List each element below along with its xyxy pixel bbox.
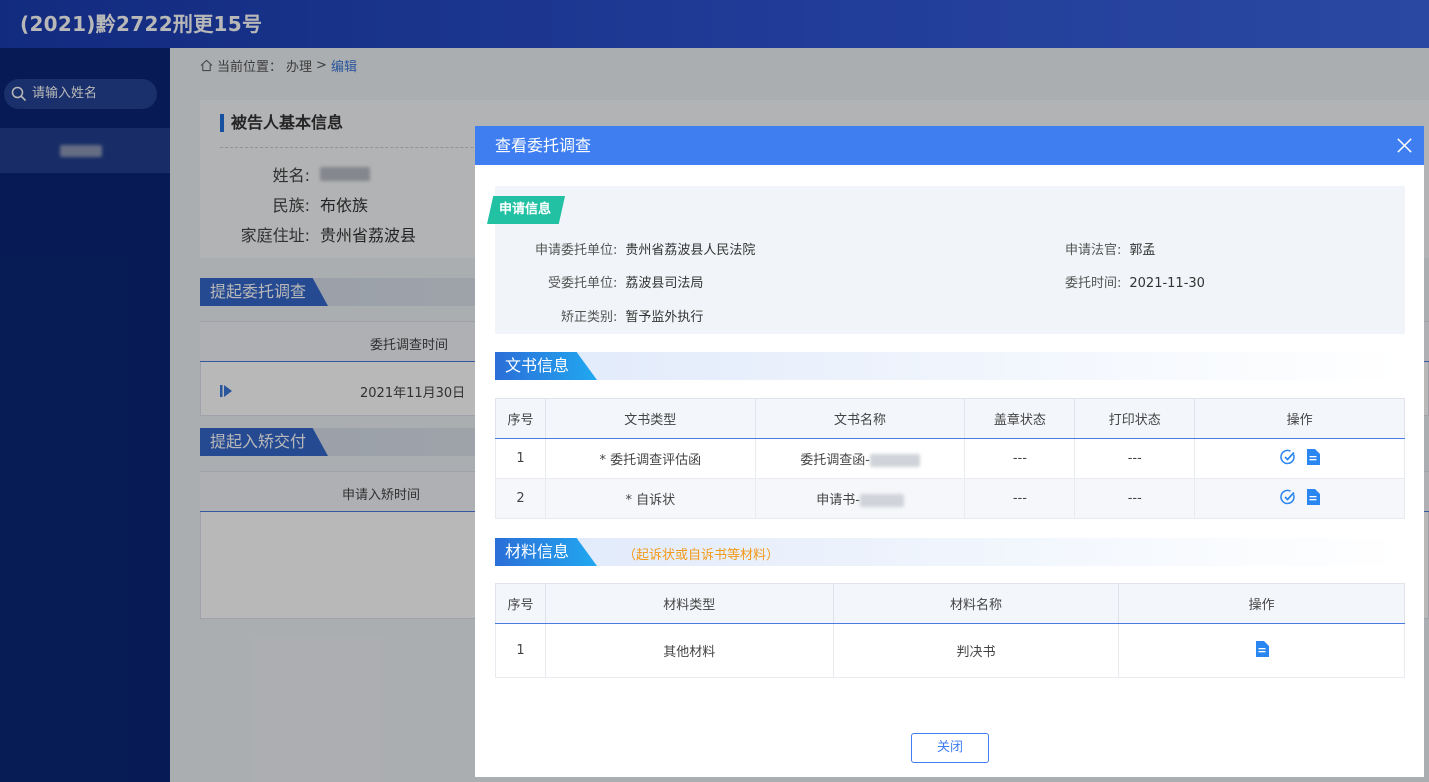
document-icon[interactable] (1255, 640, 1269, 657)
docs-section-tab: 文书信息 (495, 352, 1405, 380)
doc-name-cell: 申请书- (754, 478, 966, 519)
apply-unit-field: 申请委托单位: 贵州省荔波县人民法院 (535, 243, 756, 258)
dialog-title: 查看委托调查 (495, 136, 592, 155)
apply-info-panel: 申请信息 申请委托单位: 贵州省荔波县人民法院 申请法官: 郭孟 受委托单位: 荔波县… (487, 186, 1405, 334)
materials-note: （起诉状或自诉书等材料） (623, 548, 780, 563)
dialog-header: 查看委托调查 (475, 126, 1424, 165)
check-circle-icon[interactable] (1279, 489, 1296, 505)
ops-cell (1194, 478, 1405, 519)
entrusted-unit-field: 受委托单位: 荔波县司法局 (548, 276, 704, 291)
judge-field: 申请法官: 郭孟 (1065, 243, 1156, 258)
docs-table-header: 序号 文书类型 文书名称 盖章状态 打印状态 操作 (495, 398, 1405, 439)
close-button[interactable]: 关闭 (911, 733, 989, 763)
table-row: 1 * 委托调查评估函 委托调查函- --- --- (495, 438, 1405, 479)
apply-info-badge: 申请信息 (487, 196, 566, 224)
document-icon[interactable] (1306, 448, 1320, 465)
doc-name-cell: 委托调查函- (754, 438, 966, 479)
table-row: 2 * 自诉状 申请书- --- --- (495, 478, 1405, 519)
table-row: 1 其他材料 判决书 (495, 623, 1405, 678)
materials-table-header: 序号 材料类型 材料名称 操作 (495, 583, 1405, 624)
docs-table: 序号 文书类型 文书名称 盖章状态 打印状态 操作 1 * 委托调查评估函 委托… (495, 398, 1405, 519)
document-icon[interactable] (1306, 488, 1320, 505)
ops-cell (1194, 438, 1405, 479)
materials-table: 序号 材料类型 材料名称 操作 1 其他材料 判决书 (495, 583, 1405, 678)
category-field: 矫正类别: 暂予监外执行 (561, 310, 704, 325)
ops-cell (1118, 623, 1405, 678)
entrust-survey-dialog: 查看委托调查 申请信息 申请委托单位: 贵州省荔波县人民法院 申请法官: 郭孟 受委… (475, 126, 1424, 777)
materials-section-tab: 材料信息 （起诉状或自诉书等材料） (495, 538, 1405, 566)
check-circle-icon[interactable] (1279, 449, 1296, 465)
entrust-time-field: 委托时间: 2021-11-30 (1065, 276, 1205, 291)
close-icon[interactable] (1395, 136, 1414, 155)
